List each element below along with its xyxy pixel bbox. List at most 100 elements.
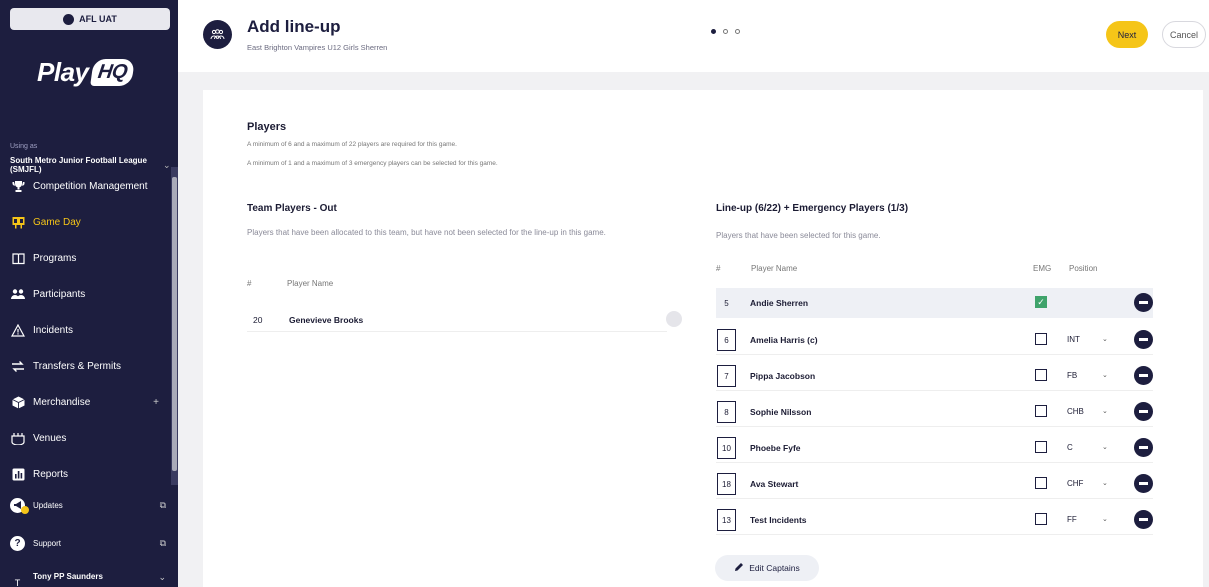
emergency-checkbox[interactable] [1035,369,1047,381]
remove-player-button[interactable] [1134,474,1153,493]
player-name: Amelia Harris (c) [750,335,818,345]
team-players-out-description: Players that have been allocated to this… [247,228,606,237]
jersey-number-input[interactable]: 13 [717,509,736,531]
user-name: Tony PP Saunders [33,572,103,581]
emergency-checkbox[interactable]: ✓ [1035,296,1047,308]
environment-icon [63,13,75,25]
help-icon: ? [10,535,25,551]
nav-item-competition-management[interactable]: Competition Management [0,168,171,204]
column-header-number: # [716,264,721,273]
remove-player-button[interactable] [1134,402,1153,421]
remove-player-button[interactable] [1134,330,1153,349]
nav-item-game-day[interactable]: Game Day [0,204,171,240]
position-select[interactable]: FF [1067,515,1077,524]
players-heading: Players [247,121,287,133]
position-select[interactable]: INT [1067,335,1080,344]
step-dot-2 [723,29,728,34]
position-select[interactable]: FB [1067,371,1077,380]
jersey-number-input[interactable]: 8 [717,401,736,423]
user-initial: T [14,578,21,587]
emergency-checkbox[interactable] [1035,477,1047,489]
table-row[interactable]: 18 Ava Stewart CHF ⌄ [716,469,1153,499]
remove-player-button[interactable] [1134,366,1153,385]
chevron-down-icon[interactable]: ⌄ [1102,479,1108,487]
book-icon [11,251,25,265]
chevron-down-icon[interactable]: ⌄ [1102,371,1108,379]
sidebar-scrollbar[interactable] [171,167,178,485]
table-row[interactable]: 8 Sophie Nilsson CHB ⌄ [716,397,1153,427]
scrollbar-thumb[interactable] [172,177,177,471]
jersey-number-input[interactable]: 10 [717,437,736,459]
player-name: Ava Stewart [750,479,799,489]
nav-item-venues[interactable]: Venues [0,420,171,456]
player-name: Sophie Nilsson [750,407,812,417]
emergency-checkbox[interactable] [1035,405,1047,417]
stadium-icon [11,431,25,445]
step-indicator [711,29,740,34]
add-to-lineup-button[interactable] [666,311,682,327]
emergency-rule: A minimum of 1 and a maximum of 3 emerge… [247,160,498,167]
emergency-checkbox[interactable] [1035,441,1047,453]
position-select[interactable]: CHF [1067,479,1083,488]
nav-item-programs[interactable]: Programs [0,240,171,276]
player-name: Pippa Jacobson [750,371,816,381]
chevron-down-icon[interactable]: ⌄ [1102,335,1108,343]
remove-player-button[interactable] [1134,510,1153,529]
jersey-number-input[interactable]: 18 [717,473,736,495]
environment-label: AFL UAT [79,14,117,24]
team-icon [203,20,232,49]
trophy-icon [11,179,25,193]
chevron-down-icon[interactable]: ⌄ [1102,443,1108,451]
players-rule: A minimum of 6 and a maximum of 22 playe… [247,141,457,148]
emergency-checkbox[interactable] [1035,333,1047,345]
table-row[interactable]: 10 Phoebe Fyfe C ⌄ [716,433,1153,463]
jersey-number-input[interactable]: 6 [717,329,736,351]
remove-player-button[interactable] [1134,438,1153,457]
edit-captains-button[interactable]: Edit Captains [715,555,819,581]
table-row[interactable]: 6 Amelia Harris (c) INT ⌄ [716,325,1153,355]
updates-label: Updates [33,500,63,510]
nav-item-transfers-permits[interactable]: Transfers & Permits [0,348,171,384]
player-name: Phoebe Fyfe [750,443,801,453]
nav-item-reports[interactable]: Reports [0,456,171,492]
table-row[interactable]: 13 Test Incidents FF ⌄ [716,505,1153,535]
next-button[interactable]: Next [1106,21,1148,48]
edit-captains-label: Edit Captains [749,563,800,573]
jersey-number-input[interactable]: 5 [717,292,736,314]
sidebar: AFL UAT Play HQ Using as South Metro Jun… [0,0,178,587]
step-dot-1 [711,29,716,34]
playhq-logo[interactable]: Play HQ [37,57,135,88]
nav-item-participants[interactable]: Participants [0,276,171,312]
chevron-down-icon[interactable]: ⌄ [1102,407,1108,415]
updates-link[interactable]: Updates ⧉ [0,490,178,520]
position-select[interactable]: CHB [1067,407,1084,416]
remove-player-button[interactable] [1134,293,1153,312]
column-header-position: Position [1069,264,1098,273]
user-menu[interactable]: T Tony PP Saunders ⌄ [0,568,178,587]
cancel-button[interactable]: Cancel [1162,21,1206,48]
support-label: Support [33,538,62,548]
nav-item-incidents[interactable]: Incidents [0,312,171,348]
people-icon [11,287,25,301]
support-link[interactable]: ? Support ⧉ [0,528,178,558]
jersey-number-input[interactable]: 7 [717,365,736,387]
table-row[interactable]: 7 Pippa Jacobson FB ⌄ [716,361,1153,391]
lineup-heading: Line-up (6/22) + Emergency Players (1/3) [716,203,909,214]
nav-item-label: Reports [33,468,69,480]
nav-item-merchandise[interactable]: Merchandise + [0,384,171,420]
scoreboard-icon [11,215,25,229]
player-number: 20 [253,314,263,325]
pencil-icon [734,562,744,574]
lineup-card: Players A minimum of 6 and a maximum of … [203,90,1203,587]
external-link-icon: ⧉ [159,499,166,510]
table-row[interactable]: 5 Andie Sherren ✓ [716,288,1153,318]
expand-plus-icon[interactable]: + [153,397,159,408]
nav-item-label: Merchandise [33,396,91,408]
table-row[interactable]: 20 Genevieve Brooks [247,308,667,332]
emergency-checkbox[interactable] [1035,513,1047,525]
chevron-down-icon[interactable]: ⌄ [158,572,166,583]
page-title: Add line-up [247,17,341,36]
step-dot-3 [735,29,740,34]
chevron-down-icon[interactable]: ⌄ [1102,515,1108,523]
position-select[interactable]: C [1067,443,1073,452]
